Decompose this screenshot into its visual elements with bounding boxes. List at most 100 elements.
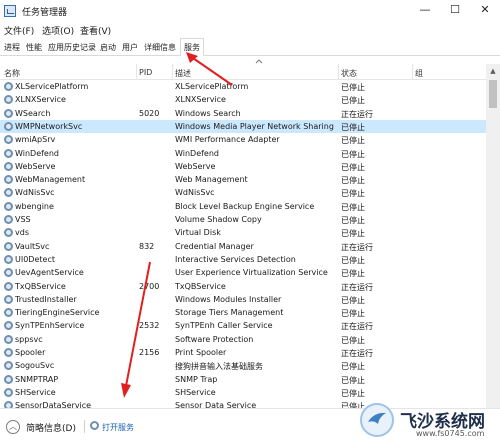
service-gear-icon <box>4 148 13 158</box>
column-header-group[interactable]: 组 <box>415 68 423 79</box>
service-gear-icon <box>4 215 13 224</box>
column-divider[interactable] <box>338 64 339 80</box>
column-header-description[interactable]: 描述 <box>175 68 191 79</box>
service-row[interactable]: SogouSvc 搜狗拼音输入法基础服务 已停止 <box>0 359 486 372</box>
service-description: WMI Performance Adapter <box>175 135 280 145</box>
column-divider[interactable] <box>172 64 173 80</box>
service-name: WinDefend <box>15 148 59 158</box>
scroll-up-arrow-icon[interactable]: ▲ <box>486 64 500 78</box>
service-gear-icon <box>4 201 13 211</box>
service-name: UevAgentService <box>15 268 84 278</box>
service-row[interactable]: WdNisSvc WdNisSvc 已停止 <box>0 186 486 199</box>
title-bar: 任务管理器 — ☐ ✕ <box>0 0 500 22</box>
fewer-details-button[interactable]: 简略信息(D) <box>26 421 76 434</box>
column-divider[interactable] <box>412 64 413 80</box>
service-row[interactable]: WSearch 5020 Windows Search 正在运行 <box>0 107 486 120</box>
service-description: Virtual Disk <box>175 228 221 238</box>
column-divider[interactable] <box>136 64 137 80</box>
tab-processes[interactable]: 进程 <box>4 42 20 53</box>
service-row[interactable]: TrustedInstaller Windows Modules Installe… <box>0 293 486 306</box>
service-name: TxQBService <box>15 281 66 291</box>
maximize-button[interactable]: ☐ <box>440 0 470 22</box>
service-row[interactable]: UI0Detect Interactive Services Detection 已… <box>0 253 486 266</box>
service-status: 已停止 <box>341 189 365 199</box>
service-row[interactable]: sppsvc Software Protection 已停止 <box>0 333 486 346</box>
scrollbar-thumb[interactable] <box>489 80 497 108</box>
service-pid: 832 <box>139 241 155 251</box>
service-name: XLNXService <box>15 95 66 105</box>
service-row[interactable]: SynTPEnhService 2532 SynTPEnh Caller Servi… <box>0 319 486 332</box>
tab-users[interactable]: 用户 <box>122 42 138 53</box>
service-row[interactable]: WinDefend WinDefend 已停止 <box>0 147 486 160</box>
tab-details[interactable]: 详细信息 <box>144 42 176 53</box>
service-gear-icon <box>4 108 13 118</box>
service-status: 已停止 <box>341 255 365 265</box>
service-status: 已停止 <box>341 176 365 186</box>
close-button[interactable]: ✕ <box>470 0 500 22</box>
service-row[interactable]: WebServe WebServe 已停止 <box>0 160 486 173</box>
menu-bar: 文件(F) 选项(O) 查看(V) <box>0 22 500 38</box>
column-header-row: 名称 PID 描述 状态 组 <box>0 64 486 80</box>
service-row[interactable]: SNMPTRAP SNMP Trap 已停止 <box>0 373 486 386</box>
service-description: Print Spooler <box>175 348 227 357</box>
column-header-name[interactable]: 名称 <box>4 68 20 79</box>
tab-services[interactable]: 服务 <box>180 38 204 56</box>
service-status: 正在运行 <box>341 349 373 358</box>
service-row[interactable]: vds Virtual Disk 已停止 <box>0 226 486 239</box>
service-row[interactable]: Spooler 2156 Print Spooler 正在运行 <box>0 346 486 359</box>
service-gear-icon <box>4 175 13 185</box>
service-name: WebServe <box>15 161 56 171</box>
service-row[interactable]: UevAgentService User Experience Virtualiz… <box>0 266 486 279</box>
services-gear-icon <box>90 421 99 430</box>
service-description: Volume Shadow Copy <box>175 215 262 224</box>
service-status: 已停止 <box>341 309 365 319</box>
service-row[interactable]: VaultSvc 832 Credential Manager 正在运行 <box>0 240 486 253</box>
service-status: 正在运行 <box>341 322 373 332</box>
open-services-link[interactable]: 打开服务 <box>102 422 134 433</box>
service-row[interactable]: SHService SHService 已停止 <box>0 386 486 399</box>
service-row[interactable]: WebManagement Web Management 已停止 <box>0 173 486 186</box>
service-description: SHService <box>175 387 216 397</box>
service-description: Web Management <box>175 175 248 185</box>
service-status: 正在运行 <box>341 242 373 252</box>
service-name: TrustedInstaller <box>15 294 77 304</box>
service-row[interactable]: TieringEngineService Storage Tiers Manage… <box>0 306 486 319</box>
service-description: XLServicePlatform <box>175 82 249 91</box>
menu-view[interactable]: 查看(V) <box>80 24 111 37</box>
service-description: Credential Manager <box>175 241 254 251</box>
menu-options[interactable]: 选项(O) <box>42 24 74 37</box>
service-row[interactable]: XLNXService XLNXService 已停止 <box>0 93 486 106</box>
service-name: XLServicePlatform <box>15 82 89 91</box>
service-gear-icon <box>4 348 13 357</box>
service-description: Interactive Services Detection <box>175 254 296 264</box>
service-status: 已停止 <box>341 96 365 106</box>
service-name: VaultSvc <box>15 241 50 251</box>
service-row[interactable]: wmiApSrv WMI Performance Adapter 已停止 <box>0 133 486 146</box>
fewer-details-chevron-icon[interactable]: ︿ <box>6 420 20 434</box>
menu-file[interactable]: 文件(F) <box>4 24 34 37</box>
service-status: 已停止 <box>341 229 365 239</box>
tab-app-history[interactable]: 应用历史记录 <box>48 42 96 53</box>
service-gear-icon <box>4 135 13 145</box>
service-row[interactable]: wbengine Block Level Backup Engine Servic… <box>0 200 486 213</box>
task-manager-icon <box>4 5 16 17</box>
service-row[interactable]: VSS Volume Shadow Copy 已停止 <box>0 213 486 226</box>
service-gear-icon <box>4 254 13 264</box>
service-row[interactable]: WMPNetworkSvc Windows Media Player Networ… <box>0 119 486 134</box>
service-gear-icon <box>4 387 13 397</box>
tab-startup[interactable]: 启动 <box>100 42 116 53</box>
service-name: sppsvc <box>15 334 43 344</box>
service-gear-icon <box>4 334 13 344</box>
service-name: TieringEngineService <box>15 308 100 318</box>
column-header-status[interactable]: 状态 <box>341 68 357 79</box>
vertical-scrollbar[interactable]: ▲ <box>486 64 500 408</box>
minimize-button[interactable]: — <box>410 0 440 22</box>
column-header-pid[interactable]: PID <box>139 68 152 77</box>
service-row[interactable]: TxQBService 2700 TxQBService 正在运行 <box>0 280 486 293</box>
tab-performance[interactable]: 性能 <box>26 42 42 53</box>
service-status: 已停止 <box>341 216 365 225</box>
service-row[interactable]: XLServicePlatform XLServicePlatform 已停止 <box>0 80 486 93</box>
service-description: Storage Tiers Management <box>175 308 284 318</box>
service-name: vds <box>15 228 29 238</box>
service-status: 已停止 <box>341 83 365 92</box>
